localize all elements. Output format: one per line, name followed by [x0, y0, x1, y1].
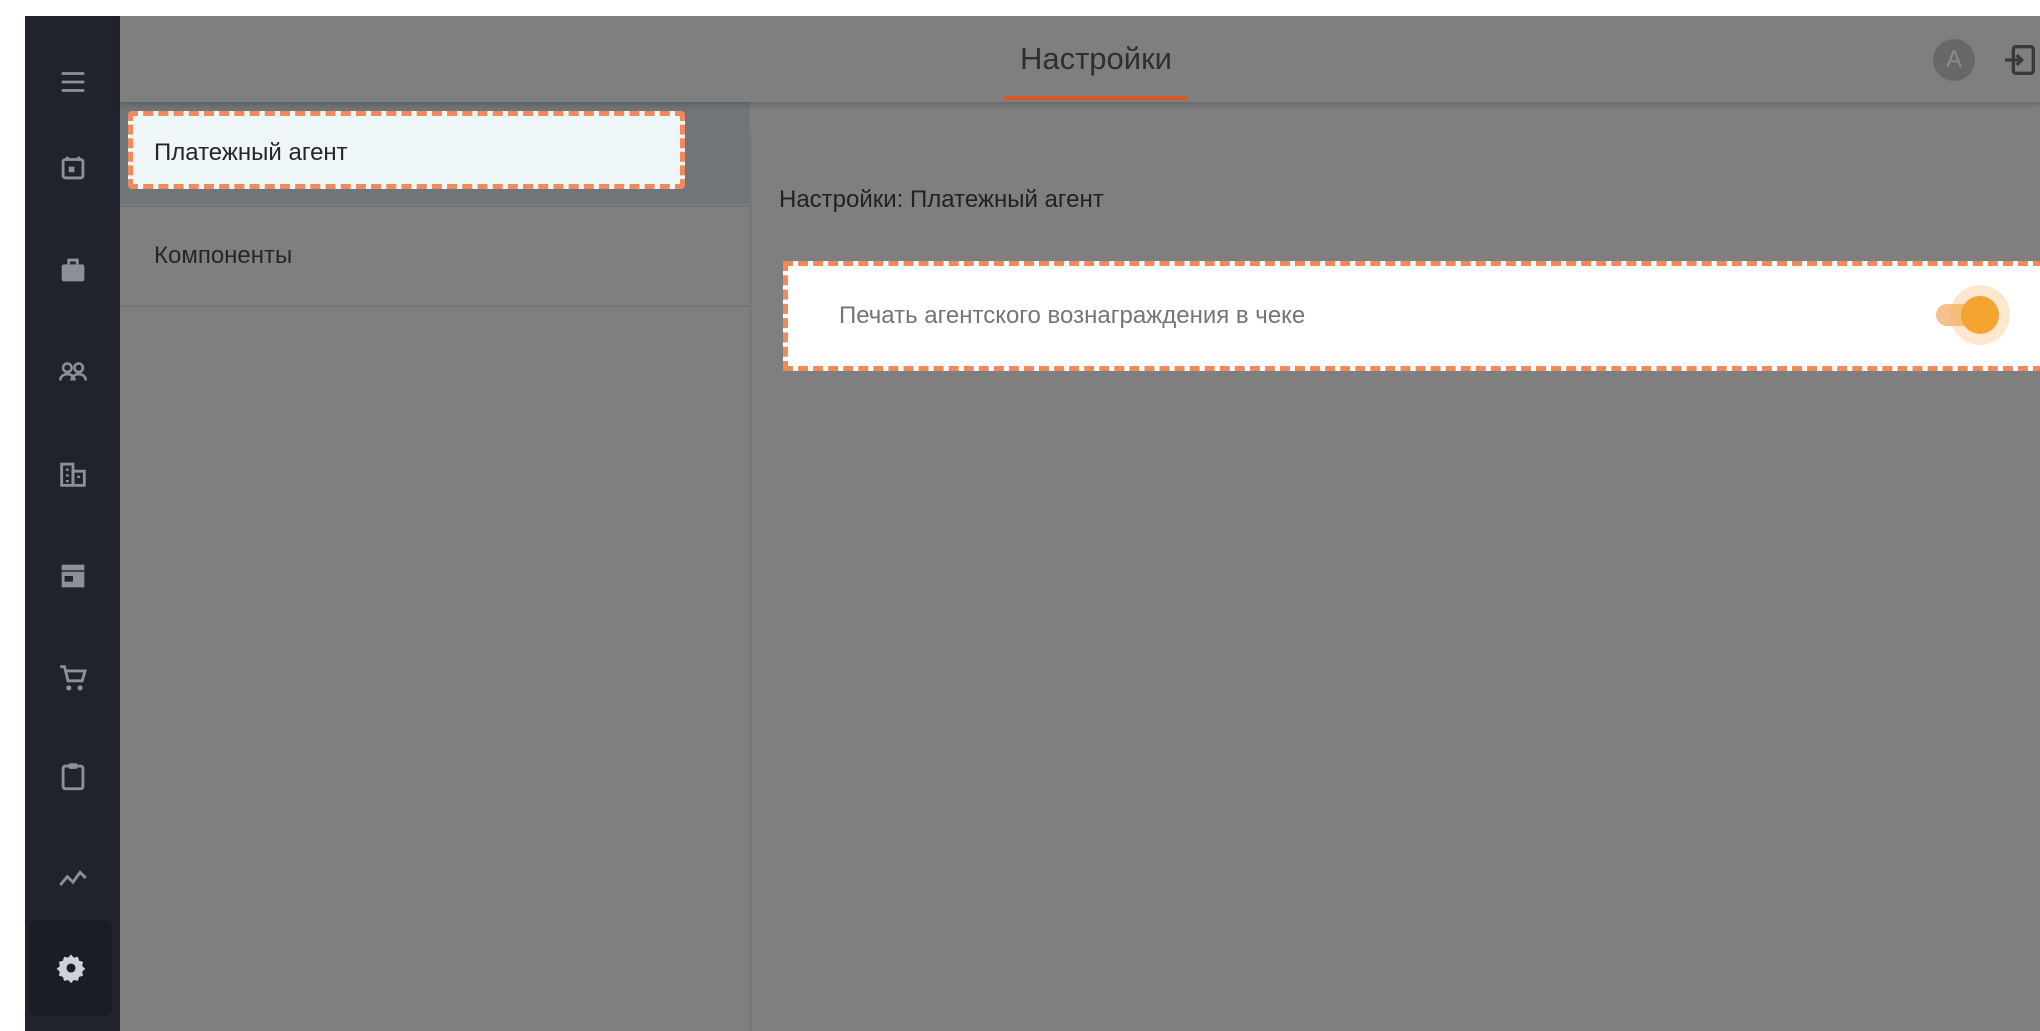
gear-icon — [56, 954, 85, 984]
chart-line-icon — [58, 870, 87, 886]
rail-item-clipboard[interactable] — [25, 728, 120, 824]
building-icon — [59, 462, 86, 487]
store-icon — [61, 564, 84, 588]
rail-item-people[interactable] — [25, 324, 120, 420]
menu-toggle-button[interactable] — [25, 34, 120, 130]
toggle-knob — [1961, 296, 1999, 334]
avatar[interactable]: A — [1933, 39, 1975, 81]
briefcase-icon — [61, 258, 84, 282]
rail-item-settings[interactable] — [29, 920, 112, 1016]
calendar-icon — [61, 156, 84, 180]
cart-icon — [59, 665, 87, 691]
logout-icon[interactable] — [2000, 40, 2040, 80]
page-title: Настройки: Платежный агент — [779, 186, 1104, 213]
print-agent-fee-toggle[interactable] — [1928, 283, 2010, 347]
app-window: Настройки A Платежный агент Компоненты Н… — [25, 16, 2040, 1031]
settings-content: Настройки: Платежный агент Печать агентс… — [751, 102, 2040, 1031]
clipboard-icon — [61, 763, 84, 791]
people-icon — [58, 362, 87, 381]
rail-item-store[interactable] — [25, 528, 120, 624]
menu-icon — [61, 72, 84, 92]
settings-menu-item-components[interactable]: Компоненты — [120, 205, 750, 307]
settings-menu: Платежный агент Компоненты — [120, 102, 750, 1031]
rail-item-calendar[interactable] — [25, 120, 120, 216]
rail-item-building[interactable] — [25, 426, 120, 522]
side-rail — [25, 16, 120, 1031]
settings-menu-item-label: Платежный агент — [154, 139, 348, 166]
tab-settings[interactable]: Настройки — [1004, 16, 1188, 102]
active-tab-indicator — [1004, 96, 1188, 100]
top-bar: Настройки A — [120, 16, 2040, 102]
settings-menu-item-payment-agent[interactable]: Платежный агент — [120, 102, 750, 204]
setting-row: Печать агентского вознаграждения в чеке — [783, 261, 2040, 371]
setting-label: Печать агентского вознаграждения в чеке — [839, 302, 1306, 329]
rail-item-analytics[interactable] — [25, 830, 120, 926]
settings-menu-item-label: Компоненты — [154, 242, 293, 269]
rail-item-cart[interactable] — [25, 630, 120, 726]
settings-card: Настройки: Платежный агент Печать агентс… — [751, 131, 2040, 1031]
rail-item-briefcase[interactable] — [25, 222, 120, 318]
